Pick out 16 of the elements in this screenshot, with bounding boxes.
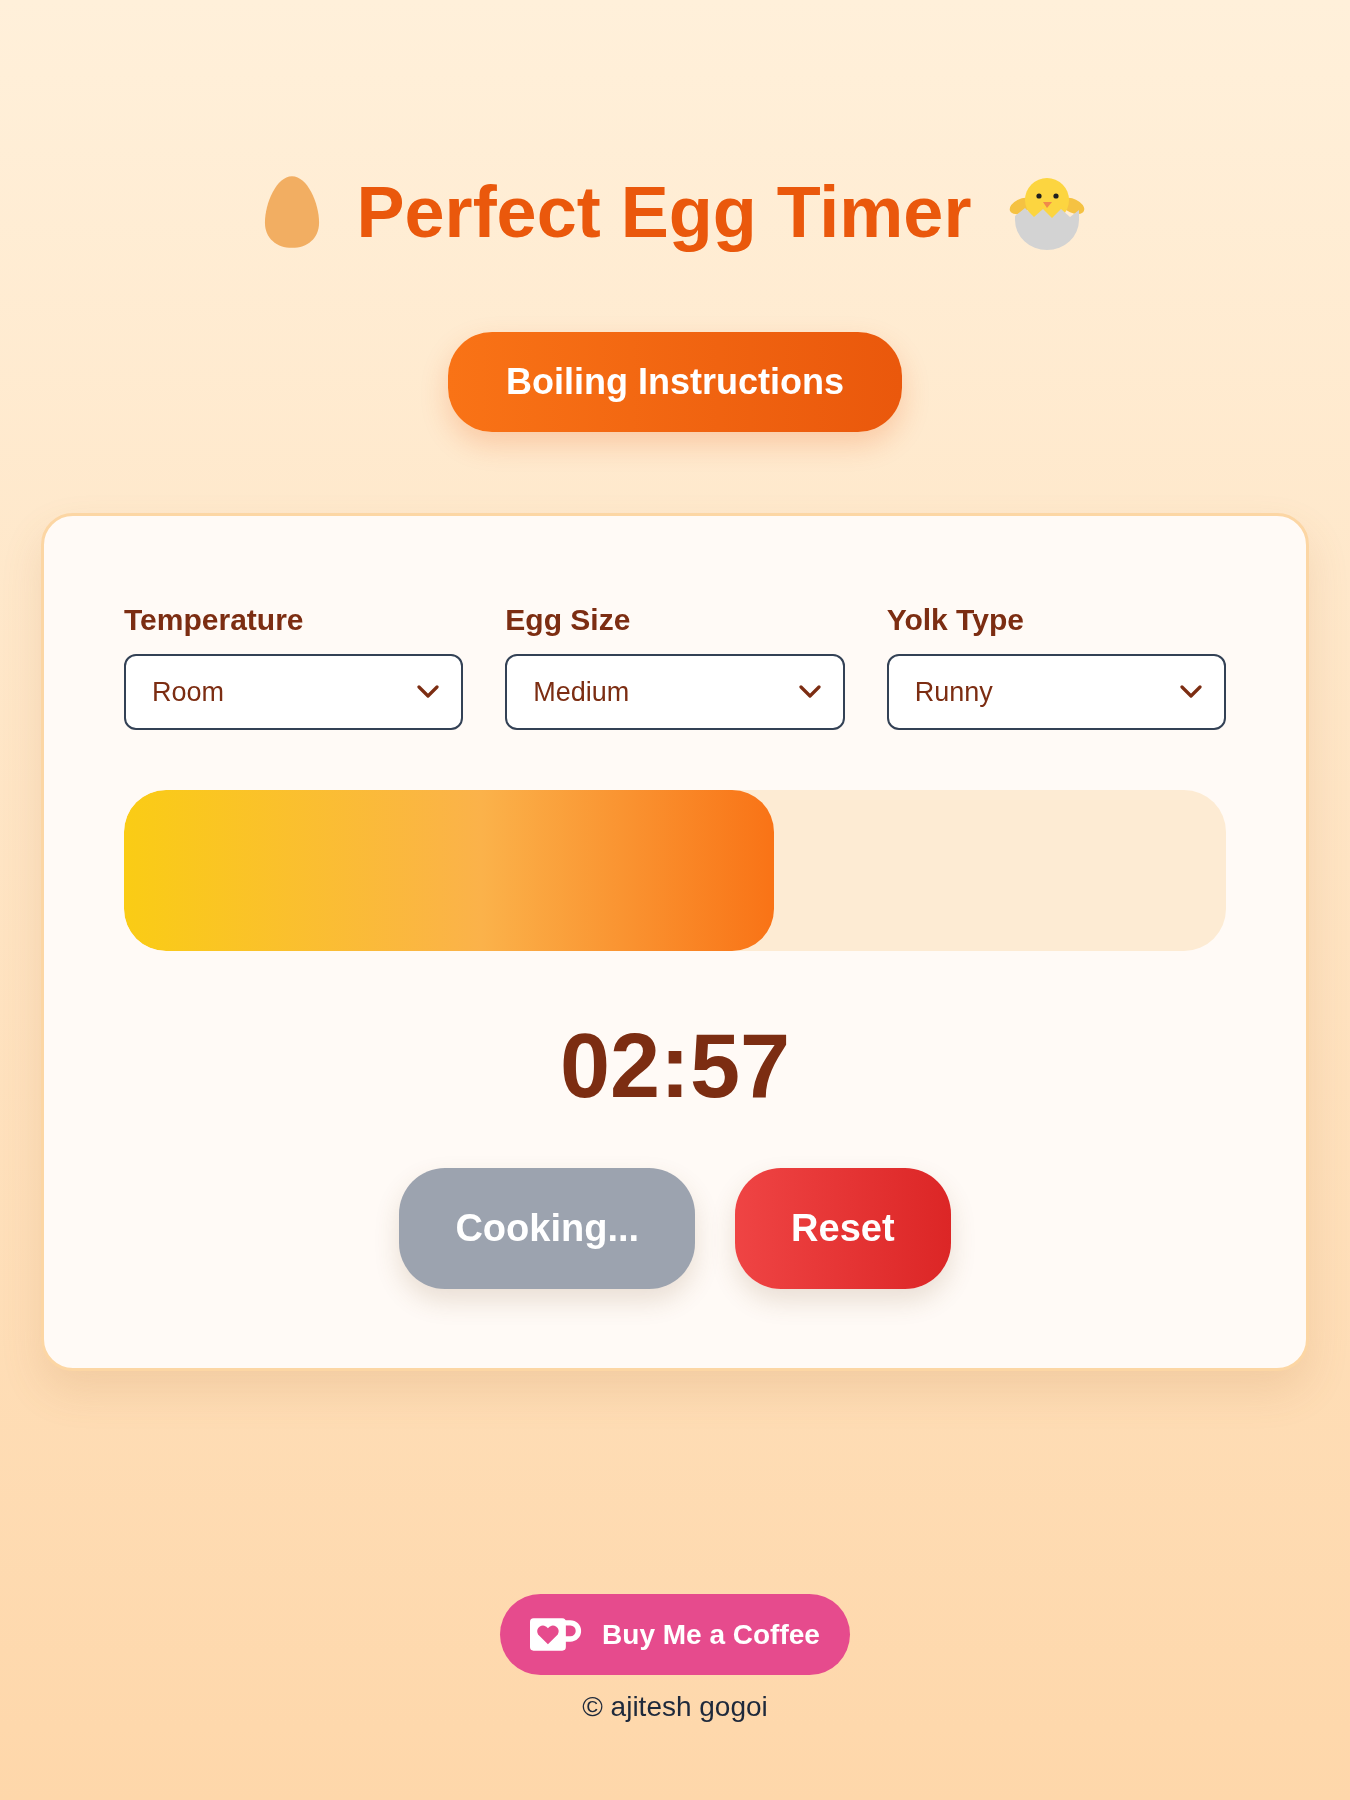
timer-display: 02:57	[559, 1021, 791, 1111]
buy-me-a-coffee-button[interactable]: Buy Me a Coffee	[500, 1594, 850, 1675]
chevron-down-icon	[798, 685, 821, 699]
copyright-text: © ajitesh gogoi	[582, 1690, 768, 1724]
dropdown[interactable]: Runny	[886, 654, 1226, 730]
boiling-instructions-button[interactable]: Boiling Instructions	[448, 332, 902, 432]
chevron-down-icon	[1180, 685, 1202, 699]
field-label: Temperature	[124, 602, 304, 638]
heart-mug-icon	[530, 1618, 583, 1651]
dropdown[interactable]: Medium	[505, 654, 845, 730]
chevron-down-icon	[417, 685, 440, 699]
reset-button[interactable]: Reset	[735, 1168, 951, 1289]
dropdown[interactable]: Room	[124, 654, 464, 730]
field-label: Egg Size	[505, 602, 631, 638]
field-label: Yolk Type	[886, 602, 1024, 638]
egg-icon	[262, 174, 321, 250]
